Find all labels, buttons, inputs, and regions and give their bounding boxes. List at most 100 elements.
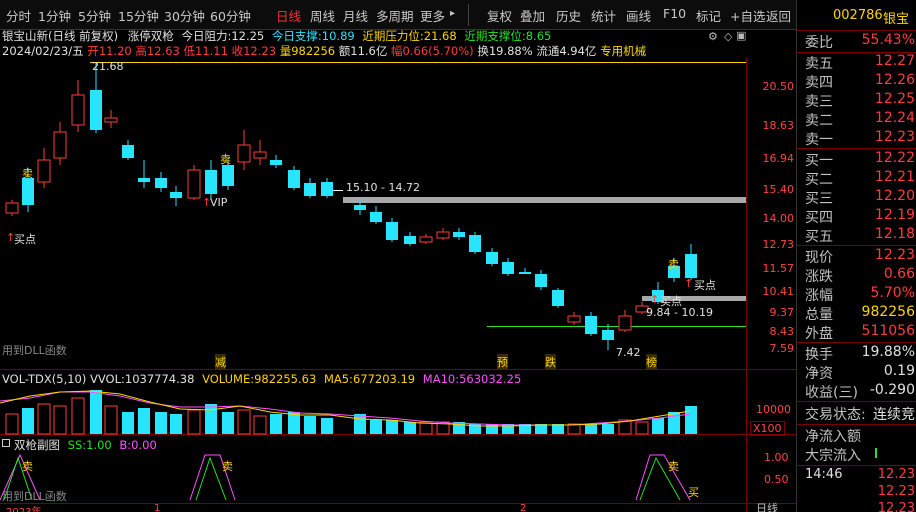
candle-body[interactable] bbox=[104, 117, 118, 123]
candle-body[interactable] bbox=[122, 145, 134, 158]
volume-bar bbox=[685, 406, 697, 434]
volume-bar bbox=[90, 390, 102, 434]
sell-signal-3: 卖 bbox=[668, 258, 679, 271]
candle-body[interactable] bbox=[519, 272, 531, 274]
candle-body[interactable] bbox=[222, 165, 234, 186]
vip-label: VIP bbox=[210, 196, 228, 209]
candle-body[interactable] bbox=[288, 170, 300, 188]
candle-body[interactable] bbox=[386, 222, 398, 240]
bid-row[interactable]: 买二 12.21 bbox=[797, 169, 916, 188]
candle-body[interactable] bbox=[90, 90, 102, 130]
volume-bar bbox=[5, 413, 19, 435]
net-asset-row: 净资 0.19 bbox=[805, 363, 915, 382]
stock-code-row: 002786 银宝 bbox=[797, 8, 916, 27]
candle-body[interactable] bbox=[436, 231, 450, 239]
block-inflow-row[interactable]: 大宗流入 bbox=[797, 445, 916, 464]
webi-value: 55.43% bbox=[861, 32, 915, 48]
candle-body[interactable] bbox=[602, 330, 614, 340]
candle-body[interactable] bbox=[453, 232, 465, 237]
volume-bar bbox=[205, 404, 217, 434]
volume-label: VOLUME: bbox=[202, 372, 255, 386]
sub-panel-header: 双枪副图 SS:1.00 B:0.00 bbox=[2, 437, 157, 453]
eps-row: 收益(三) -0.290 bbox=[805, 382, 915, 401]
candle-body[interactable] bbox=[304, 183, 316, 196]
candle-body[interactable] bbox=[354, 205, 366, 210]
sell-signal-2: 卖 bbox=[220, 153, 231, 166]
volume-bar bbox=[170, 414, 182, 434]
buy-arrow-icon: ↑ bbox=[202, 196, 212, 209]
sub-sell-tag: 卖 bbox=[22, 460, 33, 473]
candle-body[interactable] bbox=[205, 170, 217, 194]
candle-body[interactable] bbox=[618, 315, 632, 331]
candle-body[interactable] bbox=[22, 178, 34, 205]
candle-body[interactable] bbox=[71, 94, 85, 126]
vol-indicator-name[interactable]: VOL-TDX(5,10) bbox=[2, 372, 86, 386]
volume-bar bbox=[22, 408, 34, 434]
bid-row[interactable]: 买四 12.19 bbox=[797, 207, 916, 226]
ss-value: 1.00 bbox=[86, 438, 112, 452]
volume-bar bbox=[321, 418, 333, 434]
volume-bar bbox=[53, 405, 67, 435]
candle-body[interactable] bbox=[138, 178, 150, 182]
candle-body[interactable] bbox=[237, 144, 251, 163]
candle-body[interactable] bbox=[37, 159, 51, 183]
candle-body[interactable] bbox=[685, 254, 697, 278]
volume-bar bbox=[602, 424, 614, 434]
candle-body[interactable] bbox=[502, 262, 514, 274]
time-axis-month-2: 2 bbox=[520, 503, 527, 512]
candle-body[interactable] bbox=[486, 252, 498, 264]
volume-bar bbox=[37, 403, 51, 435]
price-tick: 20.50 bbox=[762, 80, 795, 93]
close-icon[interactable] bbox=[2, 439, 10, 447]
volume-bar bbox=[138, 408, 150, 434]
candle-body[interactable] bbox=[53, 131, 67, 159]
price-tick: 15.40 bbox=[762, 183, 795, 196]
ask-row[interactable]: 卖二 12.24 bbox=[797, 110, 916, 129]
candle-body[interactable] bbox=[552, 290, 564, 306]
b-value: 0.00 bbox=[131, 438, 157, 452]
ask-row[interactable]: 卖一 12.23 bbox=[797, 129, 916, 148]
candle-body[interactable] bbox=[585, 316, 597, 334]
net-inflow-row[interactable]: 净流入额 bbox=[797, 426, 916, 445]
tag-jian: 减 bbox=[215, 354, 226, 370]
quote-panel: 002786 银宝 委比 55.43% 卖五 12.27 卖四 12.26 卖三 12… bbox=[796, 0, 916, 512]
candle-body[interactable] bbox=[5, 202, 19, 214]
sub-sell-tag: 卖 bbox=[668, 460, 679, 473]
bid-row[interactable]: 买一 12.22 bbox=[797, 150, 916, 169]
ask-row[interactable]: 卖三 12.25 bbox=[797, 91, 916, 110]
volume-bar bbox=[652, 418, 664, 434]
volume-panel-header: VOL-TDX(5,10) VVOL:1037774.38 VOLUME:982… bbox=[2, 372, 521, 386]
candle-body[interactable] bbox=[170, 192, 182, 198]
time-axis-year: 2023年 bbox=[6, 503, 41, 512]
candle-body[interactable] bbox=[253, 151, 267, 159]
tag-die: 跌 bbox=[545, 354, 556, 370]
buy-signal-2: 买点 bbox=[660, 295, 682, 308]
candle-body[interactable] bbox=[469, 235, 481, 252]
ma10-label: MA10: bbox=[422, 372, 460, 386]
vvol-label: VVOL: bbox=[90, 372, 125, 386]
sub-indicator-name[interactable]: 双枪副图 bbox=[14, 438, 60, 452]
sub-dll-note: 用到DLL函数 bbox=[2, 490, 67, 503]
candle-body[interactable] bbox=[187, 169, 201, 199]
sub-axis-1: 1.00 bbox=[764, 451, 789, 464]
candle-body[interactable] bbox=[404, 236, 416, 244]
ma5-value: 677203.19 bbox=[352, 372, 416, 386]
tag-yu: 预 bbox=[497, 354, 508, 370]
bid-row[interactable]: 买三 12.20 bbox=[797, 188, 916, 207]
candle-body[interactable] bbox=[321, 182, 333, 196]
candle-body[interactable] bbox=[270, 160, 282, 165]
vol-ma5-line bbox=[0, 390, 691, 427]
bid-row[interactable]: 买五 12.18 bbox=[797, 226, 916, 245]
candle-body[interactable] bbox=[155, 178, 167, 188]
price-tick: 9.37 bbox=[769, 306, 795, 319]
b-label: B: bbox=[119, 438, 132, 452]
buy-arrow-icon: ↑ bbox=[6, 231, 16, 244]
price-tick: 12.73 bbox=[762, 238, 795, 251]
candle-body[interactable] bbox=[370, 212, 382, 222]
candle-body[interactable] bbox=[567, 315, 581, 323]
candle-body[interactable] bbox=[419, 236, 433, 243]
ask-row[interactable]: 卖四 12.26 bbox=[797, 72, 916, 91]
candle-body[interactable] bbox=[535, 274, 547, 287]
ask-row[interactable]: 卖五 12.27 bbox=[797, 53, 916, 72]
price-tick: 16.94 bbox=[762, 152, 795, 165]
